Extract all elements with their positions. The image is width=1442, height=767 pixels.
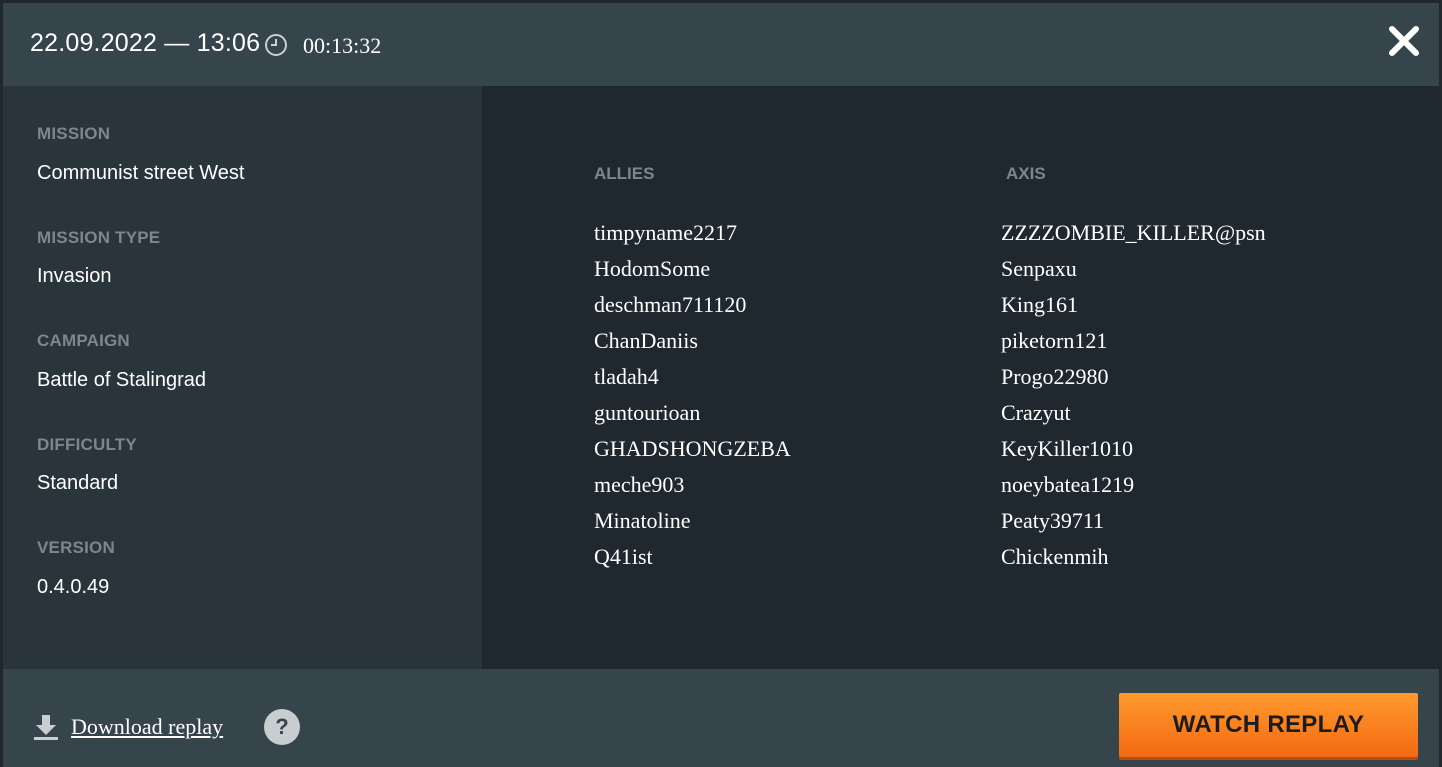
- allies-player: HodomSome: [594, 256, 711, 281]
- difficulty-label: DIFFICULTY: [37, 435, 137, 454]
- allies-player: Q41ist: [594, 544, 653, 569]
- mission-type-value: Invasion: [37, 265, 112, 287]
- replay-duration: 00:13:32: [303, 33, 382, 58]
- version-label: VERSION: [37, 538, 115, 557]
- dialog-header: 22.09.2022 — 13:06 00:13:32: [3, 3, 1439, 86]
- axis-player: KeyKiller1010: [1001, 436, 1133, 461]
- axis-player: Senpaxu: [1001, 256, 1077, 281]
- watch-replay-button[interactable]: WATCH REPLAY: [1119, 693, 1418, 757]
- download-icon[interactable]: [32, 713, 60, 741]
- axis-player: Crazyut: [1001, 400, 1071, 425]
- clock-icon: [265, 34, 287, 56]
- allies-player: tladah4: [594, 364, 659, 389]
- allies-player: timpyname2217: [594, 220, 737, 245]
- download-replay-link[interactable]: Download replay: [71, 714, 223, 740]
- axis-player-list: ZZZZOMBIE_KILLER@psn Senpaxu King161 pik…: [1001, 215, 1266, 575]
- axis-player: piketorn121: [1001, 328, 1108, 353]
- axis-player: Chickenmih: [1001, 544, 1109, 569]
- campaign-value: Battle of Stalingrad: [37, 369, 206, 391]
- close-icon[interactable]: [1384, 21, 1424, 61]
- difficulty-value: Standard: [37, 472, 119, 494]
- replay-dialog: 22.09.2022 — 13:06 00:13:32 MISSION Comm…: [3, 3, 1439, 767]
- teams-panel: ALLIES timpyname2217 HodomSome deschman7…: [482, 86, 1439, 669]
- axis-player: Peaty39711: [1001, 508, 1105, 533]
- help-icon[interactable]: ?: [264, 709, 300, 745]
- axis-player: noeybatea1219: [1001, 472, 1135, 497]
- axis-player: King161: [1001, 292, 1078, 317]
- allies-player-list: timpyname2217 HodomSome deschman711120 C…: [594, 215, 791, 575]
- mission-label: MISSION: [37, 124, 111, 143]
- mission-info-panel: MISSION Communist street West MISSION TY…: [3, 86, 482, 669]
- allies-heading: ALLIES: [594, 164, 655, 183]
- version-value: 0.4.0.49: [37, 576, 110, 598]
- axis-player: ZZZZOMBIE_KILLER@psn: [1001, 220, 1266, 245]
- campaign-label: CAMPAIGN: [37, 331, 130, 350]
- dialog-footer: Download replay ? WATCH REPLAY: [3, 669, 1439, 767]
- allies-player: deschman711120: [594, 292, 747, 317]
- mission-type-label: MISSION TYPE: [37, 228, 161, 247]
- replay-date: 22.09.2022 — 13:06: [30, 29, 261, 57]
- axis-player: Progo22980: [1001, 364, 1109, 389]
- axis-heading: AXIS: [1006, 164, 1046, 183]
- allies-player: ChanDaniis: [594, 328, 698, 353]
- allies-player: meche903: [594, 472, 685, 497]
- allies-player: GHADSHONGZEBA: [594, 436, 791, 461]
- mission-value: Communist street West: [37, 162, 245, 184]
- allies-player: guntourioan: [594, 400, 701, 425]
- allies-player: Minatoline: [594, 508, 691, 533]
